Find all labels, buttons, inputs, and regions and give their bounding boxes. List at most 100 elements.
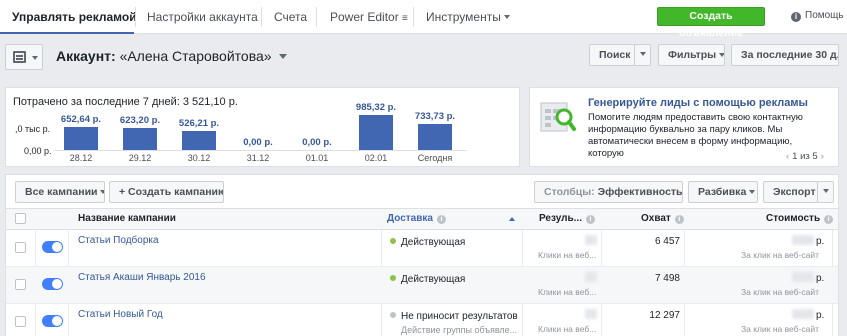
export-button[interactable]: Экспорт bbox=[763, 181, 818, 203]
chevron-right-icon[interactable]: › bbox=[821, 151, 824, 162]
create-campaign-button[interactable]: + Создать кампанию bbox=[109, 181, 224, 203]
delivery-status-label: Действующая bbox=[401, 274, 466, 285]
delivery-status: Действующая bbox=[390, 237, 465, 248]
campaign-name-link[interactable]: Статья Акаши Январь 2016 bbox=[78, 272, 206, 283]
column-header-results[interactable]: Резуль... i bbox=[539, 209, 595, 229]
top-navigation: Управлять рекламой Настройки аккаунта Сч… bbox=[0, 0, 847, 39]
delivery-status: Не приносит результатов bbox=[390, 311, 518, 322]
chevron-down-icon bbox=[32, 56, 38, 60]
chart-bar[interactable] bbox=[64, 126, 98, 150]
table-header: Название кампании Доставка i Резуль... i О… bbox=[6, 208, 838, 230]
filters-button[interactable]: Фильтры bbox=[658, 44, 725, 66]
result-type-label: Клики на веб... bbox=[538, 324, 597, 334]
row-checkbox[interactable] bbox=[15, 279, 26, 290]
chevron-down-icon bbox=[822, 189, 829, 193]
info-icon[interactable]: i bbox=[436, 215, 446, 224]
chevron-down-icon bbox=[639, 52, 646, 56]
export-dropdown-button[interactable] bbox=[817, 181, 834, 203]
redacted-result-value bbox=[585, 309, 597, 319]
search-dropdown-button[interactable] bbox=[634, 44, 651, 66]
reach-value: 12 297 bbox=[649, 310, 680, 321]
select-all-checkbox[interactable] bbox=[15, 213, 26, 224]
lead-ads-promo-card: Генерируйте лиды с помощью рекламы Помог… bbox=[529, 87, 839, 167]
status-dot bbox=[390, 312, 396, 318]
redacted-cost-value bbox=[792, 235, 814, 245]
date-range-button[interactable]: За последние 30 д. bbox=[731, 44, 839, 66]
table-row[interactable]: Статья Акаши Январь 2016 Действующая Кли… bbox=[6, 267, 838, 304]
tab-account-settings[interactable]: Настройки аккаунта bbox=[147, 0, 258, 34]
sort-ascending-icon bbox=[509, 217, 515, 221]
table-row[interactable]: Статьи Новый Год Не приносит результатов… bbox=[6, 304, 838, 336]
chevron-down-icon bbox=[749, 190, 756, 194]
info-icon[interactable]: i bbox=[585, 215, 595, 224]
column-header-name[interactable]: Название кампании bbox=[78, 209, 176, 229]
column-header-reach[interactable]: Охват i bbox=[641, 209, 684, 229]
campaign-name-link[interactable]: Статьи Подборка bbox=[78, 235, 159, 246]
chevron-down-icon bbox=[100, 190, 104, 194]
spent-title: Потрачено за последние 7 дней: 3 521,10 … bbox=[13, 96, 238, 108]
redacted-cost-value bbox=[792, 272, 814, 282]
columns-value: Эффективность bbox=[597, 186, 683, 198]
nav-divider bbox=[135, 7, 136, 27]
reach-header-label: Охват bbox=[641, 213, 671, 224]
tab-power-editor[interactable]: Power Editor ≡ bbox=[330, 0, 408, 34]
reach-value: 6 457 bbox=[654, 236, 680, 247]
table-row[interactable]: Статьи Подборка Действующая Клики на веб… bbox=[6, 230, 838, 267]
bar-value-label: 733,73 р. bbox=[414, 110, 456, 122]
create-ad-button[interactable]: Создать объявление bbox=[657, 7, 765, 39]
chart-bar[interactable] bbox=[123, 127, 157, 150]
breakdown-dropdown[interactable]: Разбивка bbox=[688, 181, 758, 203]
row-checkbox[interactable] bbox=[15, 242, 26, 253]
account-selector[interactable]: Аккаунт: «Алена Старовойтова» bbox=[56, 48, 288, 64]
cost-currency: р. bbox=[816, 236, 825, 247]
help-label: Помощь bbox=[805, 10, 844, 21]
promo-pager: ‹ 1 из 5 › bbox=[783, 151, 827, 162]
results-header-label: Резуль... bbox=[539, 213, 582, 224]
row-checkbox[interactable] bbox=[15, 316, 26, 327]
all-campaigns-dropdown[interactable]: Все кампании bbox=[15, 181, 105, 203]
cost-type-label: За клик на веб-сайт bbox=[741, 250, 819, 260]
column-header-cost[interactable]: Стоимость i bbox=[766, 209, 834, 229]
account-menu-button[interactable] bbox=[5, 44, 43, 70]
promo-text: Помогите людям предоставить свою контакт… bbox=[588, 112, 803, 159]
power-editor-label: Power Editor bbox=[330, 10, 399, 24]
tab-tools[interactable]: Инструменты bbox=[426, 0, 511, 34]
campaign-toggle[interactable] bbox=[42, 315, 63, 327]
search-button[interactable]: Поиск bbox=[589, 44, 635, 66]
chevron-down-icon bbox=[504, 15, 511, 19]
column-header-delivery[interactable]: Доставка i bbox=[387, 209, 523, 229]
document-icon bbox=[13, 51, 26, 63]
chart-bar[interactable] bbox=[182, 131, 216, 150]
chevron-left-icon[interactable]: ‹ bbox=[786, 151, 789, 162]
status-dot bbox=[390, 275, 396, 281]
campaign-name-link[interactable]: Статьи Новый Год bbox=[78, 309, 163, 320]
info-icon[interactable]: i bbox=[674, 215, 684, 224]
delivery-status-detail: Действие группы объявле... bbox=[401, 325, 518, 335]
chart-bar[interactable] bbox=[418, 123, 452, 150]
cost-currency: р. bbox=[816, 310, 825, 321]
filters-label: Фильтры bbox=[668, 49, 717, 61]
campaign-toggle[interactable] bbox=[42, 241, 63, 253]
pager-label: 1 из 5 bbox=[792, 151, 818, 162]
cost-type-label: За клик на веб-сайт bbox=[741, 287, 819, 297]
active-tab-indicator bbox=[0, 32, 134, 34]
info-icon[interactable]: i bbox=[824, 215, 834, 224]
chevron-down-icon bbox=[719, 53, 724, 57]
help-link[interactable]: i Помощь bbox=[791, 10, 844, 22]
result-type-label: Клики на веб... bbox=[538, 250, 597, 260]
columns-dropdown[interactable]: Столбцы: Эффективность bbox=[534, 181, 683, 203]
spent-summary-card: Потрачено за последние 7 дней: 3 521,10 … bbox=[5, 87, 520, 167]
tab-manage-ads[interactable]: Управлять рекламой bbox=[12, 0, 137, 34]
bar-value-label: 526,21 р. bbox=[178, 118, 220, 130]
chart-baseline bbox=[54, 150, 467, 151]
all-campaigns-label: Все кампании bbox=[25, 186, 98, 198]
delivery-status-label: Действующая bbox=[401, 237, 466, 248]
campaign-toggle[interactable] bbox=[42, 278, 63, 290]
tab-billing[interactable]: Счета bbox=[274, 0, 307, 34]
bar-value-label: 0,00 р. bbox=[302, 137, 332, 148]
nav-divider bbox=[413, 7, 414, 27]
promo-title[interactable]: Генерируйте лиды с помощью рекламы bbox=[588, 97, 808, 109]
form-search-icon bbox=[540, 102, 576, 132]
chevron-down-icon bbox=[279, 54, 288, 59]
chart-bar[interactable] bbox=[359, 114, 393, 150]
